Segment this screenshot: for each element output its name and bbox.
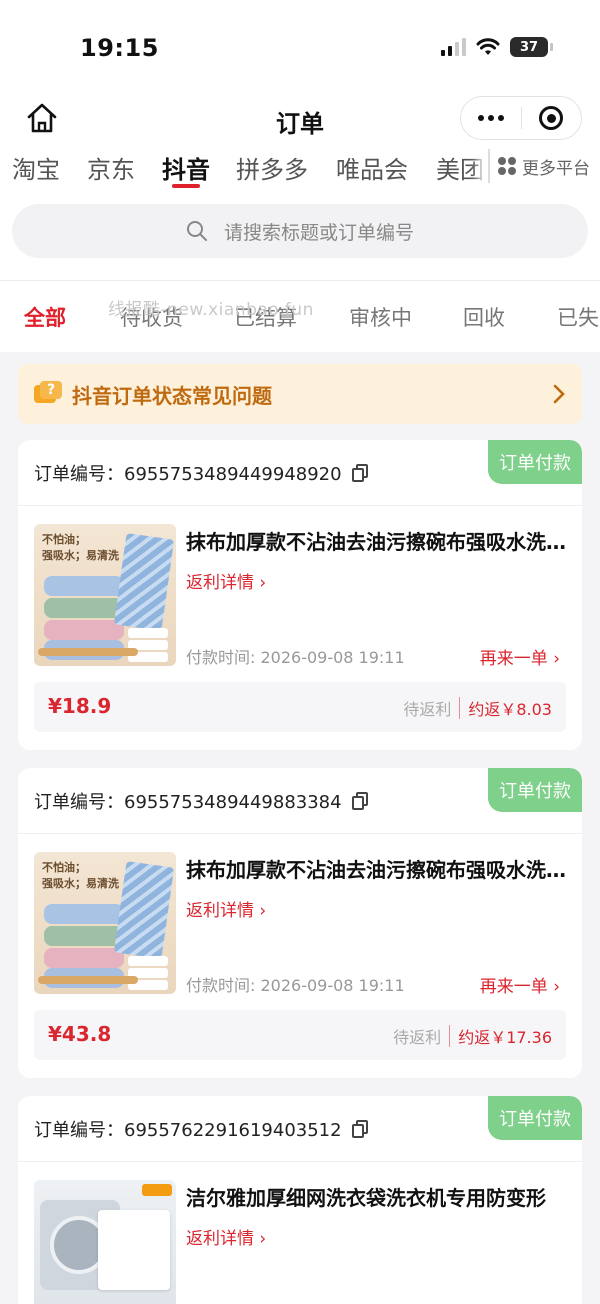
- product-image[interactable]: 不怕油； 强吸水；易清洗: [34, 524, 176, 666]
- reorder-button[interactable]: 再来一单 ›: [480, 972, 560, 997]
- battery-icon: 37: [510, 37, 553, 57]
- order-card-header: 订单编号：6955762291619403512 订单付款: [18, 1096, 582, 1162]
- rebate-amount: 约返￥17.36: [458, 1028, 552, 1047]
- order-price: ¥18.9: [48, 694, 112, 718]
- order-card-body: 不怕油； 强吸水；易清洗 抹布加厚款不沾油去油污擦碗布强吸水洗碗巾 返利详情 › …: [18, 834, 582, 1010]
- order-card-header: 订单编号：6955753489449948920 订单付款: [18, 440, 582, 506]
- rebate-info: 待返利 约返￥8.03: [403, 696, 552, 720]
- order-status-tabs: 全部 待收货 已结算 审核中 回收 已失 线报酷-new.xianbao.fun: [0, 280, 600, 352]
- thumb-caption-2: 强吸水；易清洗: [42, 877, 119, 890]
- order-number: 订单编号：6955762291619403512: [34, 1116, 368, 1142]
- more-platforms-label: 更多平台: [522, 158, 590, 179]
- rebate-divider: [459, 697, 461, 719]
- tab-all[interactable]: 全部: [24, 302, 66, 332]
- reorder-button[interactable]: 再来一单 ›: [480, 644, 560, 669]
- order-number-text: 订单编号：6955753489449948920: [34, 464, 342, 485]
- order-number: 订单编号：6955753489449883384: [34, 788, 368, 814]
- order-card-body: 不怕油； 强吸水；易清洗 抹布加厚款不沾油去油污擦碗布强吸水洗碗巾 返利详情 › …: [18, 506, 582, 682]
- rebate-divider: [449, 1025, 451, 1047]
- order-number-text: 订单编号：6955762291619403512: [34, 1120, 342, 1141]
- product-title[interactable]: 抹布加厚款不沾油去油污擦碗布强吸水洗碗巾: [186, 526, 568, 555]
- rebate-amount: 约返￥8.03: [468, 700, 552, 719]
- tab-taobao[interactable]: 淘宝: [12, 150, 60, 185]
- thumb-caption-1: 不怕油；: [42, 533, 86, 546]
- order-card[interactable]: 订单编号：6955753489449948920 订单付款 不怕油； 强吸水；易清…: [18, 440, 582, 750]
- more-options-icon[interactable]: [461, 115, 521, 121]
- thumb-caption-1: 不怕油；: [42, 861, 86, 874]
- question-mark: ?: [40, 381, 62, 399]
- copy-icon[interactable]: [351, 1120, 368, 1138]
- tab-invalid[interactable]: 已失: [557, 302, 599, 332]
- copy-icon[interactable]: [351, 464, 368, 482]
- tab-meituan[interactable]: 美团: [436, 150, 484, 185]
- order-number-text: 订单编号：6955753489449883384: [34, 792, 342, 813]
- platform-tabs: 淘宝 京东 抖音 拼多多 唯品会 美团 更多平台: [0, 146, 600, 198]
- close-miniapp-icon[interactable]: [522, 106, 582, 130]
- more-platforms-divider: [488, 149, 490, 183]
- order-status-badge: 订单付款: [488, 1096, 582, 1140]
- rebate-details-link[interactable]: 返利详情 ›: [186, 896, 266, 921]
- product-image[interactable]: 不怕油； 强吸水；易清洗: [34, 852, 176, 994]
- question-bubble-icon: ?: [34, 381, 62, 407]
- order-card-header: 订单编号：6955753489449883384 订单付款: [18, 768, 582, 834]
- product-title[interactable]: 洁尔雅加厚细网洗衣袋洗衣机专用防变形: [186, 1182, 568, 1211]
- tab-jd[interactable]: 京东: [87, 150, 135, 185]
- rebate-status: 待返利: [393, 1028, 442, 1047]
- rebate-details-link[interactable]: 返利详情 ›: [186, 568, 266, 593]
- nav-bar: 订单: [0, 96, 600, 142]
- payment-time: 付款时间: 2026-09-08 19:11: [186, 648, 405, 667]
- watermark: 线报酷-new.xianbao.fun: [108, 300, 314, 320]
- rebate-status: 待返利: [403, 700, 452, 719]
- product-title[interactable]: 抹布加厚款不沾油去油污擦碗布强吸水洗碗巾: [186, 854, 568, 883]
- product-image[interactable]: [34, 1180, 176, 1304]
- order-card-body: 洁尔雅加厚细网洗衣袋洗衣机专用防变形 返利详情 ›: [18, 1162, 582, 1304]
- faq-text: 抖音订单状态常见问题: [72, 383, 272, 408]
- price-bar: ¥43.8 待返利 约返￥17.36: [34, 1010, 566, 1060]
- payment-time: 付款时间: 2026-09-08 19:11: [186, 976, 405, 995]
- rebate-info: 待返利 约返￥17.36: [393, 1024, 552, 1048]
- price-bar: ¥18.9 待返利 约返￥8.03: [34, 682, 566, 732]
- status-icons: 37: [441, 37, 553, 57]
- order-card[interactable]: 订单编号：6955762291619403512 订单付款 洁尔雅加厚细网洗衣袋…: [18, 1096, 582, 1304]
- tab-vipshop[interactable]: 唯品会: [336, 150, 408, 185]
- faq-banner[interactable]: ? 抖音订单状态常见问题: [18, 364, 582, 424]
- header: 19:15 37 订单 淘宝 京东 抖音 拼多多 唯品会 美团 更多平台 请搜索…: [0, 0, 600, 280]
- order-card[interactable]: 订单编号：6955753489449883384 订单付款 不怕油； 强吸水；易清…: [18, 768, 582, 1078]
- cellular-signal-icon: [441, 38, 466, 56]
- wifi-icon: [476, 38, 500, 55]
- order-status-badge: 订单付款: [488, 768, 582, 812]
- status-time: 19:15: [80, 34, 159, 62]
- search-icon: [186, 221, 207, 241]
- tab-pinduoduo[interactable]: 拼多多: [236, 150, 308, 185]
- order-status-badge: 订单付款: [488, 440, 582, 484]
- tab-douyin[interactable]: 抖音: [162, 150, 210, 185]
- tab-recycled[interactable]: 回收: [463, 302, 505, 332]
- search-input[interactable]: 请搜索标题或订单编号: [12, 204, 588, 258]
- more-platforms-button[interactable]: 更多平台: [484, 146, 600, 186]
- search-placeholder: 请搜索标题或订单编号: [223, 221, 414, 244]
- thumb-caption-2: 强吸水；易清洗: [42, 549, 119, 562]
- copy-icon[interactable]: [351, 792, 368, 810]
- order-number: 订单编号：6955753489449948920: [34, 460, 368, 486]
- chevron-right-icon: [553, 384, 565, 404]
- search-bar: 请搜索标题或订单编号: [0, 198, 600, 280]
- tab-reviewing[interactable]: 审核中: [349, 302, 412, 332]
- grid-icon: [498, 157, 516, 175]
- order-price: ¥43.8: [48, 1022, 112, 1046]
- status-bar: 19:15 37: [0, 0, 600, 96]
- miniapp-capsule: [460, 96, 582, 140]
- active-tab-indicator: [172, 184, 200, 188]
- rebate-details-link[interactable]: 返利详情 ›: [186, 1224, 266, 1249]
